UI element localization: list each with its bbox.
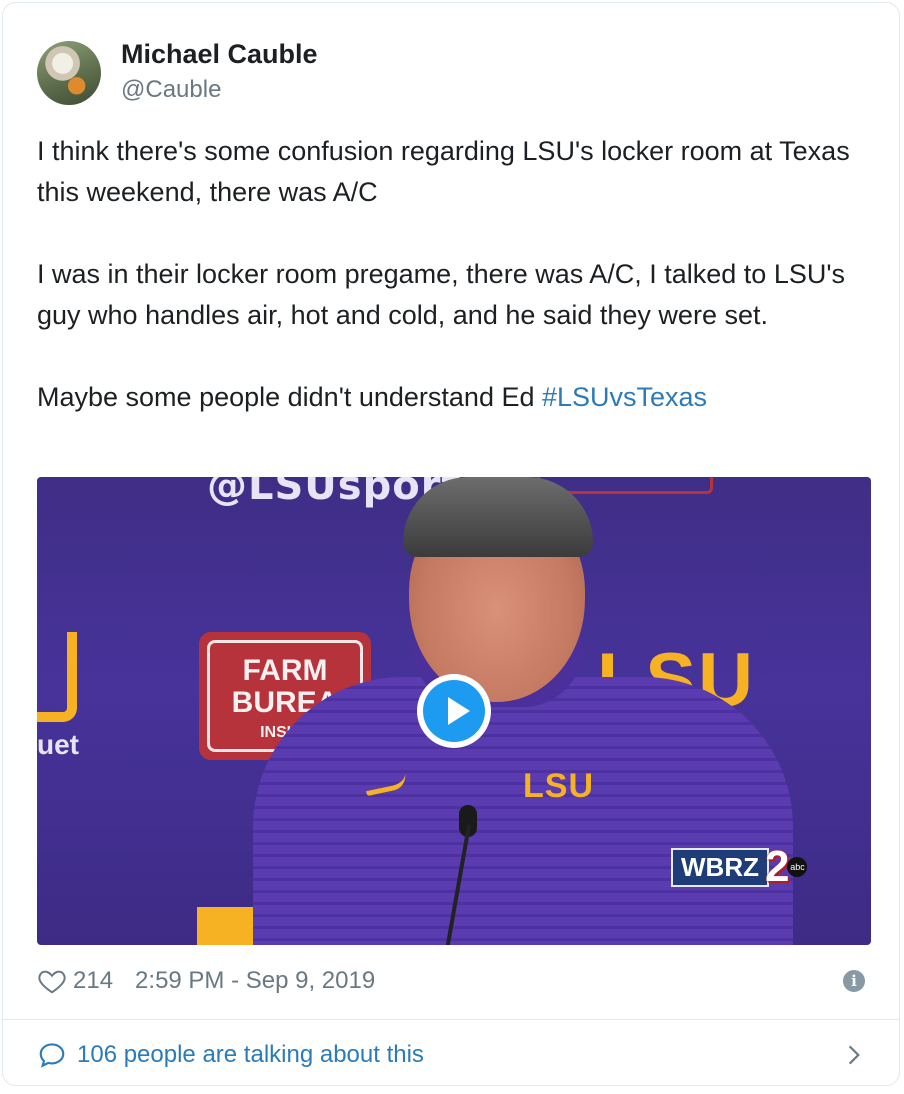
info-icon[interactable]: i (843, 970, 865, 992)
station-watermark: WBRZ 2 abc (671, 842, 808, 891)
chevron-right-icon[interactable] (841, 1041, 867, 1069)
play-icon (423, 680, 485, 742)
author-handle[interactable]: @Cauble (121, 76, 221, 104)
conversation-link[interactable]: 106 people are talking about this (37, 1035, 871, 1075)
watermark-network: abc (787, 857, 808, 877)
reply-bubble-icon (39, 1043, 65, 1068)
hair (403, 477, 593, 557)
like-count[interactable]: 214 (73, 967, 113, 995)
avatar[interactable] (37, 41, 101, 105)
backdrop-lsu-letter (37, 632, 77, 722)
tweet-card: Michael Cauble @Cauble I think there's s… (2, 2, 900, 1086)
conversation-label[interactable]: 106 people are talking about this (77, 1041, 424, 1069)
tweet-paragraph: Maybe some people didn't understand Ed #… (37, 377, 877, 418)
watermark-channel: 2 (764, 842, 790, 891)
play-button[interactable] (417, 674, 491, 748)
watermark-station: WBRZ (671, 847, 769, 887)
backdrop-side-text: uet (37, 729, 79, 760)
hashtag-link[interactable]: #LSUvsTexas (542, 382, 707, 412)
timestamp[interactable]: 2:59 PM - Sep 9, 2019 (135, 967, 375, 995)
shirt-logo: LSU (523, 767, 594, 805)
divider (3, 1019, 899, 1020)
video-thumbnail[interactable]: @LSUsports uet FARM BUREA INSUR LSU LSU … (37, 477, 871, 945)
heart-icon[interactable] (37, 966, 67, 996)
tweet-text: I think there's some confusion regarding… (37, 131, 877, 418)
polo-shirt (253, 677, 793, 945)
tweet-paragraph: I think there's some confusion regarding… (37, 136, 850, 207)
tweet-line-text: Maybe some people didn't understand Ed (37, 382, 542, 412)
tweet-paragraph: I was in their locker room pregame, ther… (37, 259, 845, 330)
author-name[interactable]: Michael Cauble (121, 39, 318, 70)
tweet-meta: 214 2:59 PM - Sep 9, 2019 i (37, 963, 871, 999)
